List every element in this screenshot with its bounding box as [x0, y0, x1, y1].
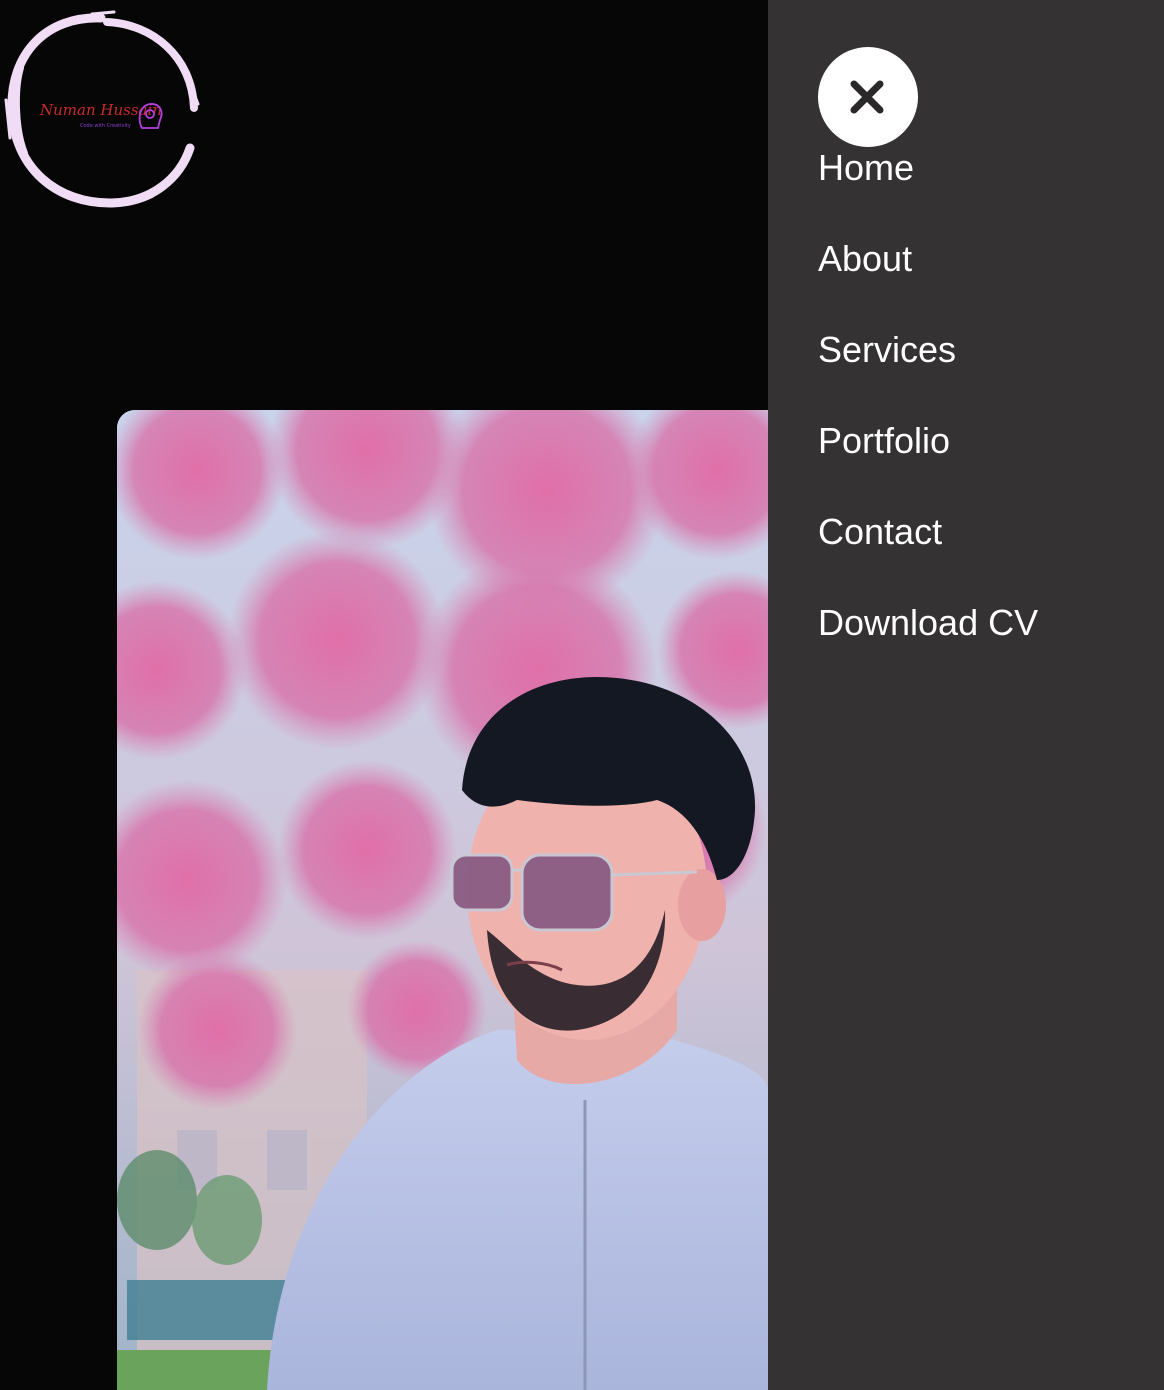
- nav-item-services: Services: [818, 328, 1038, 419]
- nav-item-about: About: [818, 237, 1038, 328]
- nav-link-download-cv[interactable]: Download CV: [818, 602, 1038, 643]
- logo-tagline-text: Code with Creativity: [80, 123, 131, 129]
- nav-link-home[interactable]: Home: [818, 147, 914, 188]
- site-logo[interactable]: Numan Hussain Code with Creativity: [2, 8, 200, 212]
- nav-item-contact: Contact: [818, 510, 1038, 601]
- nav-item-home: Home: [818, 146, 1038, 237]
- side-nav-drawer: Home About Services Portfolio Contact Do…: [768, 0, 1164, 1390]
- nav-link-about[interactable]: About: [818, 238, 912, 279]
- nav-item-download-cv: Download CV: [818, 601, 1038, 692]
- logo-graphic: Numan Hussain Code with Creativity: [4, 10, 200, 208]
- portrait-photo: [117, 410, 768, 1390]
- nav-link-contact[interactable]: Contact: [818, 511, 942, 552]
- nav-link-services[interactable]: Services: [818, 329, 956, 370]
- nav-menu: Home About Services Portfolio Contact Do…: [818, 146, 1038, 692]
- page: Numan Hussain Code with Creativity Home …: [0, 0, 1164, 1390]
- nav-item-portfolio: Portfolio: [818, 419, 1038, 510]
- close-icon: [850, 80, 884, 114]
- close-menu-button[interactable]: [818, 47, 918, 147]
- nav-link-portfolio[interactable]: Portfolio: [818, 420, 950, 461]
- logo-name-text: Numan Hussain: [39, 101, 162, 119]
